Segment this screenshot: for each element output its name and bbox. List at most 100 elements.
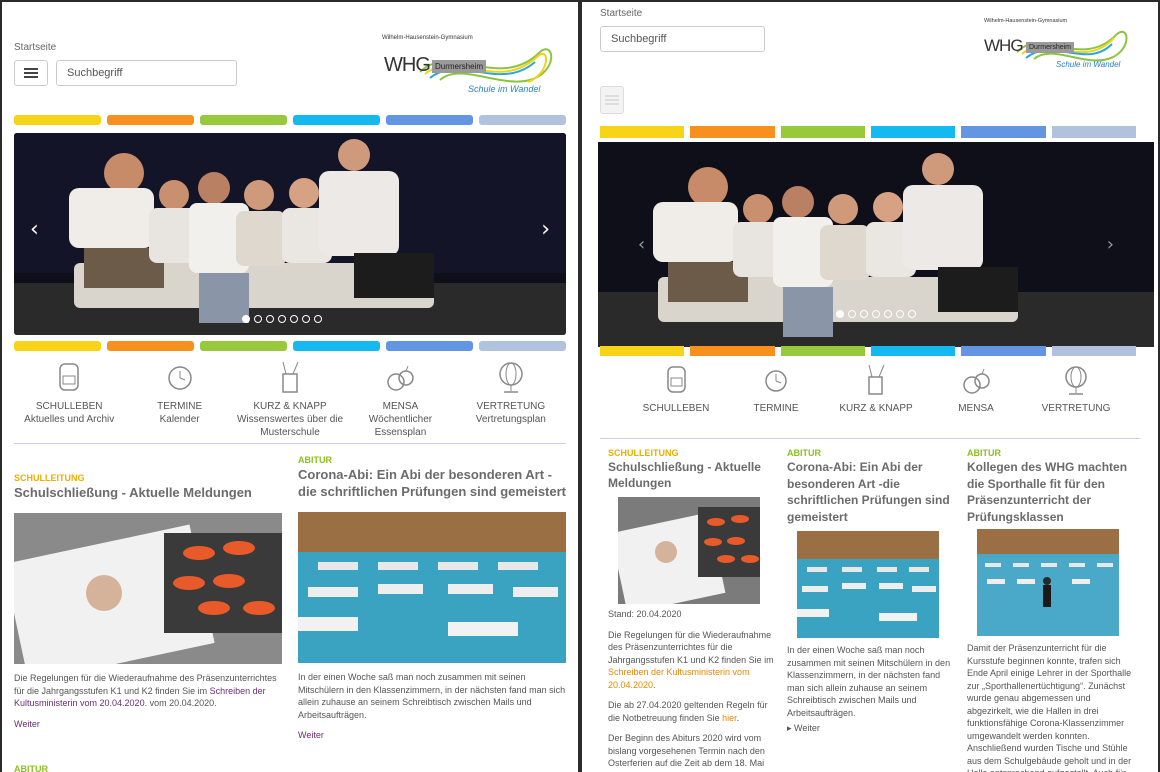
carousel-dot[interactable] (314, 315, 322, 323)
tile-schulleben[interactable]: SCHULLEBEN (626, 362, 726, 414)
tile-schulleben[interactable]: SCHULLEBEN Aktuelles und Archiv (14, 358, 124, 438)
article-title[interactable]: Corona-Abi: Ein Abi der besonderen Art -… (298, 466, 566, 500)
article-image[interactable] (14, 513, 282, 664)
color-tab-orange[interactable] (690, 126, 775, 138)
color-nav-top (600, 126, 1136, 138)
color-tab-grey[interactable] (1051, 346, 1136, 356)
color-tab-grey[interactable] (479, 115, 566, 125)
article-card: SCHULLEITUNG Schulschließung - Aktuelle … (14, 473, 284, 729)
color-tab-orange[interactable] (107, 115, 194, 125)
alarm-clock-icon (167, 366, 192, 390)
article-teaser: Die Regelungen für die Wiederaufnahme de… (14, 672, 284, 710)
color-tab-blue[interactable] (961, 126, 1046, 138)
next-article-category: ABITUR (14, 764, 48, 772)
article-image[interactable] (298, 512, 566, 663)
tile-mensa[interactable]: MENSA (926, 362, 1026, 414)
article-title[interactable]: Corona-Abi: Ein Abi der besonderen Art -… (787, 459, 955, 525)
apple-icon (387, 365, 415, 391)
carousel-next-icon[interactable]: › (1107, 234, 1114, 255)
carousel-dot[interactable] (872, 310, 880, 318)
color-tab-cyan[interactable] (293, 115, 380, 125)
color-tab-yellow[interactable] (600, 126, 685, 138)
read-more-link[interactable]: ▸ Weiter (787, 723, 955, 734)
read-more-link[interactable]: Weiter (14, 719, 284, 729)
color-tab-yellow[interactable] (14, 115, 101, 125)
quick-links: SCHULLEBEN TERMINE KURZ & KNAPP MENSA VE… (626, 362, 1126, 414)
tile-kurz-knapp[interactable]: KURZ & KNAPP (826, 362, 926, 414)
color-tab-green[interactable] (780, 346, 865, 356)
tile-vertretung[interactable]: VERTRETUNG Vertretungsplan (456, 358, 566, 438)
article-paragraph: Der Beginn des Abiturs 2020 wird vom bis… (608, 733, 765, 768)
color-tab-grey[interactable] (1051, 126, 1136, 138)
article-image[interactable] (797, 531, 939, 638)
color-tab-yellow[interactable] (600, 346, 685, 356)
tile-subtitle: Kalender (159, 414, 200, 425)
article-title[interactable]: Kollegen des WHG machten die Sporthalle … (967, 459, 1135, 525)
article-photo (298, 512, 566, 663)
carousel-dot[interactable] (896, 310, 904, 318)
menu-button[interactable] (14, 60, 48, 86)
carousel-prev-icon[interactable]: ‹ (30, 217, 39, 242)
right-browser-view: Startseite Suchbegriff Wilhelm-Hausenste… (582, 2, 1158, 772)
notbetreuung-link[interactable]: hier (722, 713, 737, 723)
tile-subtitle: Aktuelles und Archiv (24, 414, 115, 425)
tile-termine[interactable]: TERMINE Kalender (124, 358, 234, 438)
logo-short: WHG (384, 54, 431, 76)
logo-slogan: Schule im Wandel (468, 84, 541, 94)
search-input[interactable]: Suchbegriff (600, 26, 765, 52)
carousel-dot[interactable] (266, 315, 274, 323)
tile-termine[interactable]: TERMINE (726, 362, 826, 414)
tile-kurz-knapp[interactable]: KURZ & KNAPP Wissenswertes über die Must… (235, 358, 345, 438)
color-tab-blue[interactable] (961, 346, 1046, 356)
carousel-dot[interactable] (254, 315, 262, 323)
color-tab-blue[interactable] (386, 115, 473, 125)
carousel-dot[interactable] (242, 315, 250, 323)
article-title[interactable]: Schulschließung - Aktuelle Meldungen (608, 459, 776, 491)
menu-button[interactable] (600, 86, 624, 114)
school-logo[interactable]: Wilhelm-Hausenstein-Gymnasium WHG Durmer… (380, 32, 558, 98)
carousel-dot[interactable] (860, 310, 868, 318)
color-tab-cyan[interactable] (293, 341, 380, 351)
carousel-dot[interactable] (836, 310, 844, 318)
article-category: ABITUR (787, 448, 821, 458)
article-date: Stand: 20.04.2020 (608, 609, 682, 619)
article-image[interactable] (618, 497, 760, 604)
globe-icon (1065, 366, 1087, 395)
color-tab-cyan[interactable] (870, 126, 956, 138)
color-tab-green[interactable] (200, 341, 287, 351)
logo-town: Durmersheim (1026, 42, 1075, 53)
color-tab-grey[interactable] (479, 341, 566, 351)
color-nav-bottom (14, 341, 566, 351)
carousel-dot[interactable] (290, 315, 298, 323)
carousel-dot[interactable] (908, 310, 916, 318)
ministry-letter-link[interactable]: Schreiben der Kultusministerin vom 20.04… (608, 667, 750, 690)
color-tab-green[interactable] (200, 115, 287, 125)
article-photo (618, 497, 760, 604)
image-carousel[interactable]: ‹ › (598, 142, 1154, 347)
tile-mensa[interactable]: MENSA Wöchentlicher Essensplan (345, 358, 455, 438)
carousel-dot[interactable] (884, 310, 892, 318)
image-carousel[interactable]: ‹ › (14, 133, 566, 335)
paragraph-text: Die ab 27.04.2020 geltenden Regeln für d… (608, 700, 768, 723)
color-tab-orange[interactable] (690, 346, 775, 356)
breadcrumb[interactable]: Startseite (600, 8, 642, 19)
read-more-link[interactable]: Weiter (298, 730, 566, 740)
article-category: ABITUR (967, 448, 1001, 458)
school-logo[interactable]: Wilhelm-Hausenstein-Gymnasium WHG Durmer… (982, 16, 1132, 76)
carousel-dot[interactable] (278, 315, 286, 323)
carousel-dot[interactable] (302, 315, 310, 323)
article-title[interactable]: Schulschließung - Aktuelle Meldungen (14, 484, 284, 501)
color-tab-orange[interactable] (107, 341, 194, 351)
color-tab-blue[interactable] (386, 341, 473, 351)
carousel-dot[interactable] (848, 310, 856, 318)
breadcrumb[interactable]: Startseite (14, 42, 56, 53)
color-tab-cyan[interactable] (870, 346, 956, 356)
carousel-prev-icon[interactable]: ‹ (638, 234, 645, 255)
carousel-next-icon[interactable]: › (541, 217, 550, 242)
color-tab-green[interactable] (780, 126, 865, 138)
tile-title: MENSA (382, 401, 419, 412)
color-tab-yellow[interactable] (14, 341, 101, 351)
tile-vertretung[interactable]: VERTRETUNG (1026, 362, 1126, 414)
search-input[interactable]: Suchbegriff (56, 60, 237, 86)
article-image[interactable] (977, 529, 1119, 636)
